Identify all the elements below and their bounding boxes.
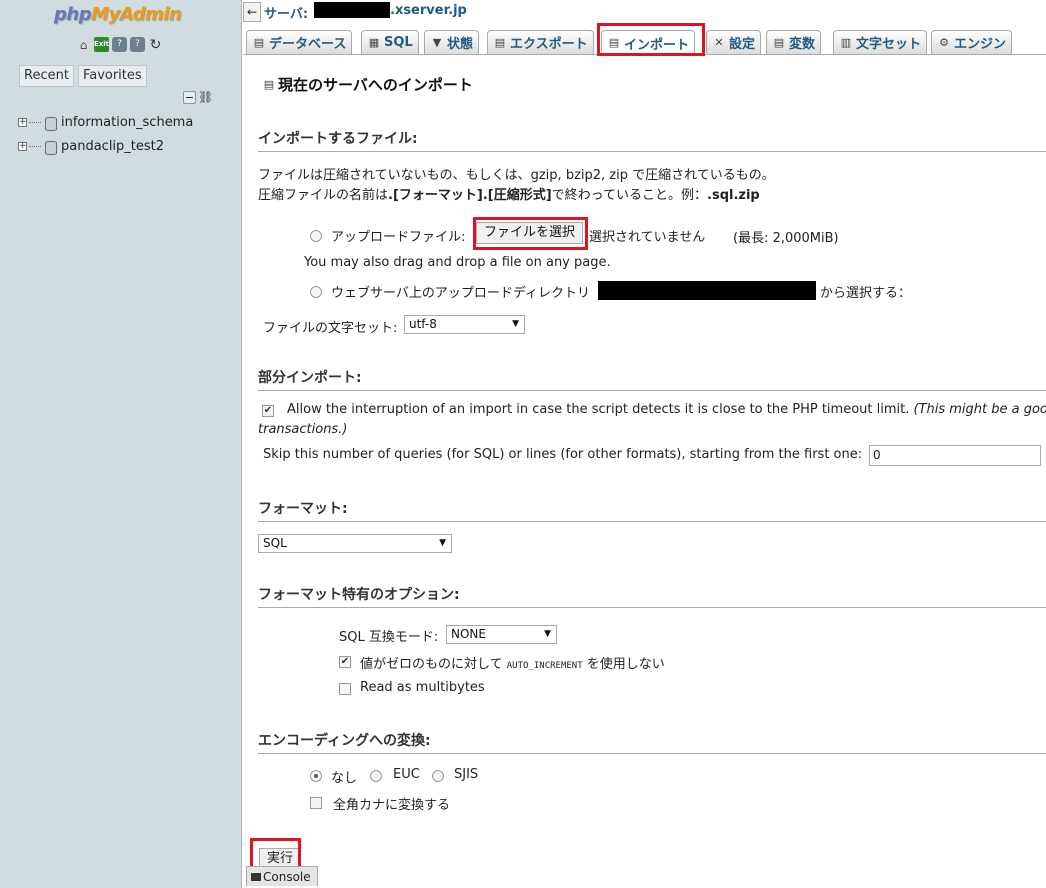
expand-icon[interactable]: + <box>18 118 27 127</box>
kana-convert-label: 全角カナに変換する <box>333 798 451 813</box>
charset-icon: ▥ <box>840 35 852 49</box>
exit-icon[interactable]: Exit <box>94 37 109 52</box>
link-icon[interactable]: ⛓ <box>198 91 213 104</box>
upload-file-label: アップロードファイル: <box>331 230 466 245</box>
recent-tab[interactable]: Recent <box>19 65 74 87</box>
compression-description: ファイルは圧縮されていないもの、もしくは、gzip, bzip2, zip で圧… <box>258 168 775 183</box>
no-auto-increment-label: 値がゼロのものに対して AUTO_INCREMENT を使用しない <box>360 657 665 672</box>
engine-icon: ⚙ <box>939 35 949 49</box>
allow-interrupt-note: transactions.) <box>258 422 348 437</box>
help-icon[interactable]: ? <box>130 37 145 52</box>
charset-label: ファイルの文字セット: <box>263 321 398 336</box>
max-upload-size: (最長: 2,000MiB) <box>733 231 839 246</box>
nav-tabs: Recent Favorites <box>19 65 147 87</box>
collapse-all-icon[interactable] <box>183 91 196 104</box>
server-breadcrumb: ← サーバ: .xserver.jp <box>243 0 1046 24</box>
settings-icon: ✕ <box>714 35 724 49</box>
encoding-euc-radio[interactable] <box>370 770 382 782</box>
dropdown-arrow-icon: ▼ <box>512 319 519 329</box>
compression-filename-hint: 圧縮ファイルの名前は.[フォーマット].[圧縮形式]で終わっていること。例：.s… <box>258 188 760 203</box>
expand-icon[interactable]: + <box>18 142 27 151</box>
db-name[interactable]: pandaclip_test2 <box>61 139 164 154</box>
allow-interrupt-label: Allow the interruption of an import in c… <box>287 402 1046 417</box>
reload-icon[interactable]: ↻ <box>148 37 163 52</box>
allow-interrupt-checkbox[interactable]: ✔ <box>262 405 274 417</box>
phpmyadmin-logo[interactable]: phpMyAdmin <box>54 4 190 28</box>
read-multibytes-label: Read as multibytes <box>360 680 485 695</box>
skip-queries-input[interactable]: 0 <box>869 445 1041 466</box>
format-select[interactable]: SQL ▼ <box>258 534 452 553</box>
drag-drop-hint: You may also drag and drop a file on any… <box>304 255 611 270</box>
file-section-heading: インポートするファイル: <box>258 128 1046 152</box>
choose-file-button[interactable]: ファイルを選択 <box>476 222 584 244</box>
encoding-euc-label: EUC <box>393 767 420 782</box>
charset-select[interactable]: utf-8 ▼ <box>404 315 525 334</box>
main-content: ▤ 現在のサーバへのインポート インポートするファイル: ファイルは圧縮されてい… <box>243 56 1046 888</box>
server-tabs: ▤ データベース ▦ SQL ▼ 状態 ▤ エクスポート ▤ インポート ✕ 設… <box>243 27 1046 55</box>
tab-settings[interactable]: ✕ 設定 <box>706 30 762 54</box>
read-multibytes-checkbox[interactable] <box>339 683 351 695</box>
tab-charset[interactable]: ▥ 文字セット <box>833 30 928 54</box>
webserver-dir-suffix: から選択する： <box>820 286 912 301</box>
navigation-panel: phpMyAdmin ⌂ Exit ? ? ↻ Recent Favorites… <box>0 0 242 888</box>
tab-import[interactable]: ▤ インポート <box>601 30 696 55</box>
tab-status[interactable]: ▼ 状態 <box>424 30 480 54</box>
encoding-sjis-radio[interactable] <box>432 770 444 782</box>
back-arrow-icon[interactable]: ← <box>243 2 261 22</box>
kana-convert-checkbox[interactable] <box>310 797 322 809</box>
database-icon <box>43 116 57 131</box>
skip-queries-label: Skip this number of queries (for SQL) or… <box>263 447 863 462</box>
dropdown-arrow-icon: ▼ <box>439 538 446 548</box>
favorites-tab[interactable]: Favorites <box>77 65 147 87</box>
webserver-dir-radio[interactable] <box>310 286 322 298</box>
format-options-heading: フォーマット特有のオプション: <box>258 584 1046 608</box>
db-item-information-schema[interactable]: + information_schema <box>18 115 193 131</box>
encoding-sjis-label: SJIS <box>454 767 479 782</box>
no-file-selected: 選択されていません <box>589 230 706 245</box>
tree-tools: ⛓ <box>183 91 213 104</box>
home-icon[interactable]: ⌂ <box>76 37 91 52</box>
redacted-server-name <box>314 2 390 18</box>
partial-import-heading: 部分インポート: <box>258 367 1046 391</box>
sql-compat-label: SQL 互換モード: <box>339 630 439 645</box>
redacted-directory <box>598 281 816 300</box>
import-icon: ▤ <box>608 36 620 49</box>
tab-databases[interactable]: ▤ データベース <box>246 30 353 54</box>
db-name[interactable]: information_schema <box>61 115 193 130</box>
docs-icon[interactable]: ? <box>112 37 127 52</box>
sql-icon: ▦ <box>368 35 380 49</box>
tab-export[interactable]: ▤ エクスポート <box>487 30 594 54</box>
console-icon <box>251 872 261 881</box>
server-host[interactable]: .xserver.jp <box>390 3 467 18</box>
no-auto-increment-checkbox[interactable]: ✔ <box>339 656 351 668</box>
webserver-dir-label: ウェブサーバ上のアップロードディレクトリ <box>331 286 590 301</box>
sql-compat-select[interactable]: NONE ▼ <box>446 625 557 644</box>
import-icon: ▤ <box>263 77 275 91</box>
page-title: ▤ 現在のサーバへのインポート <box>263 76 473 94</box>
encoding-heading: エンコーディングへの変換: <box>258 730 1046 754</box>
status-icon: ▼ <box>432 35 442 49</box>
database-icon: ▤ <box>253 35 265 49</box>
database-icon <box>43 140 57 155</box>
encoding-none-radio[interactable] <box>310 770 322 782</box>
upload-file-radio[interactable] <box>310 230 322 242</box>
dropdown-arrow-icon: ▼ <box>544 629 551 639</box>
console-toggle[interactable]: Console <box>246 866 318 886</box>
tab-variables[interactable]: ▤ 変数 <box>766 30 822 54</box>
db-item-pandaclip-test2[interactable]: + pandaclip_test2 <box>18 139 164 155</box>
format-heading: フォーマット: <box>258 498 1046 522</box>
nav-icon-bar: ⌂ Exit ? ? ↻ <box>76 37 163 52</box>
tab-engines[interactable]: ⚙ エンジン <box>931 30 1013 54</box>
encoding-none-label: なし <box>331 771 358 786</box>
server-label[interactable]: サーバ: <box>264 3 308 22</box>
tab-sql[interactable]: ▦ SQL <box>361 30 419 54</box>
variables-icon: ▤ <box>773 35 785 49</box>
export-icon: ▤ <box>494 35 506 49</box>
